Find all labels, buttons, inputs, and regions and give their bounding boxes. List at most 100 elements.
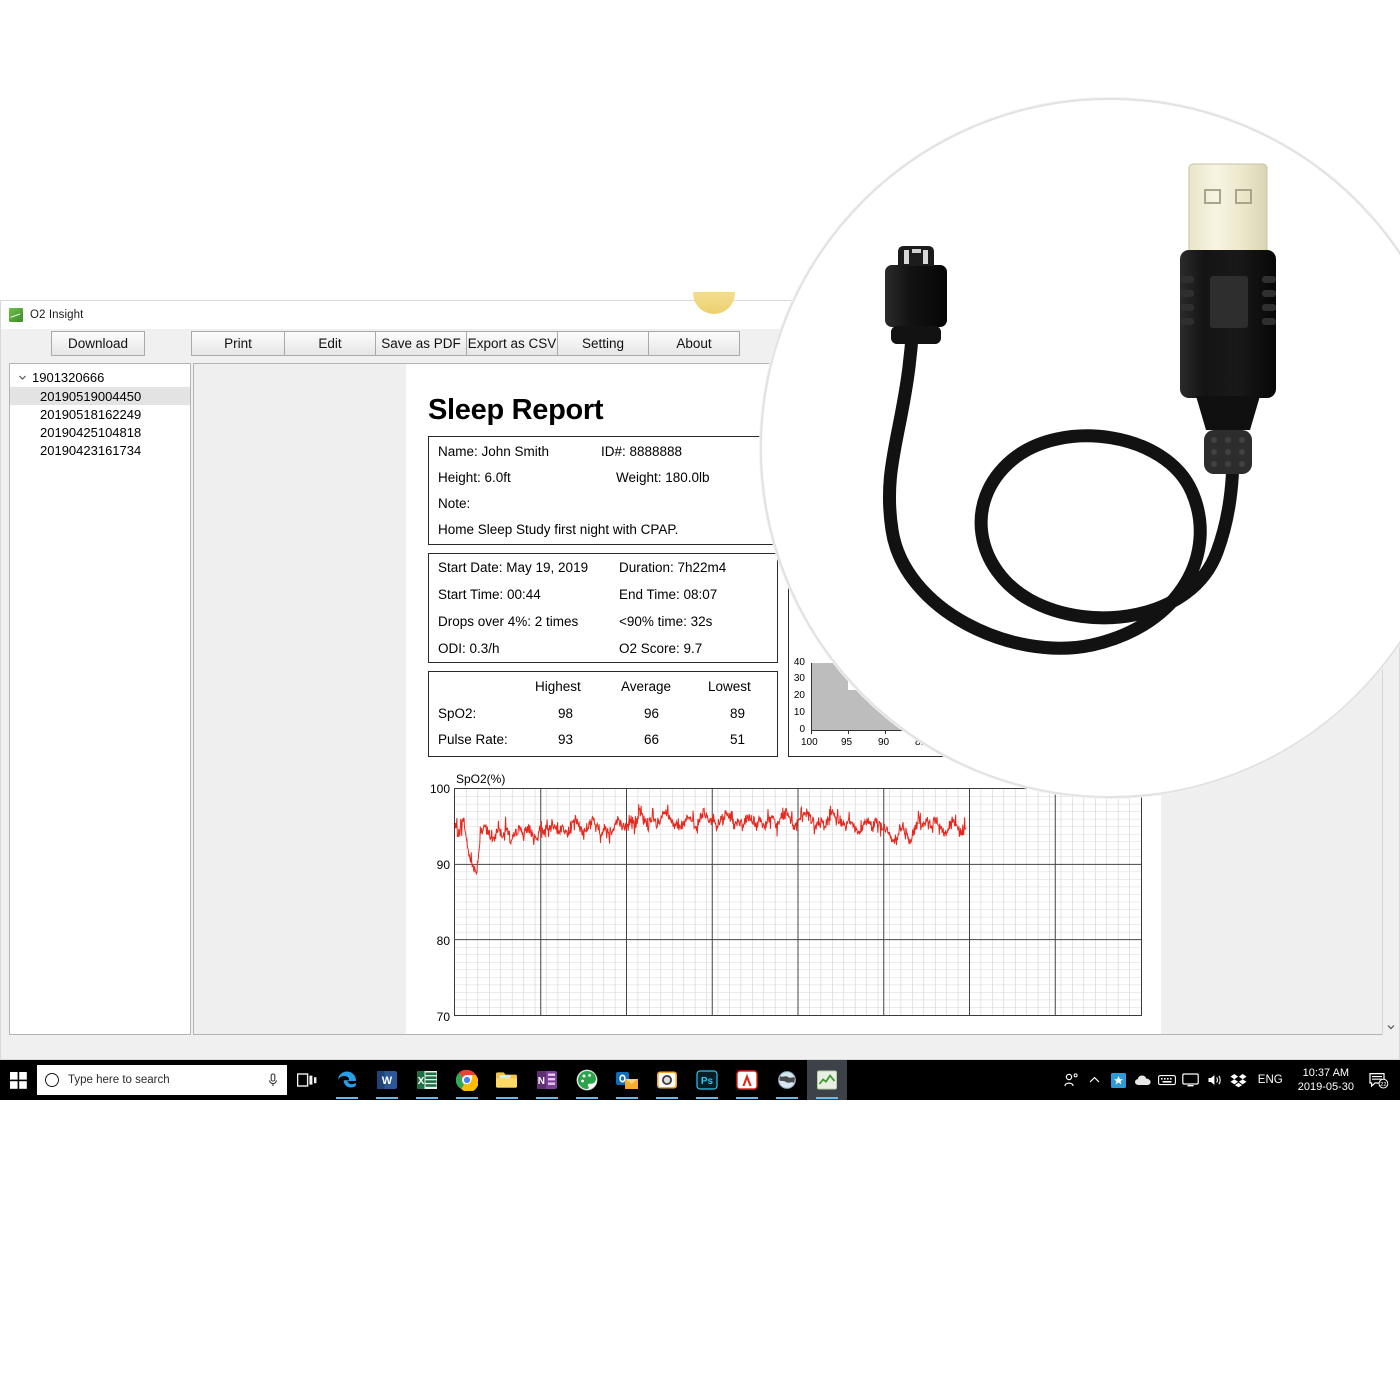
clock-date: 2019-05-30 (1297, 1081, 1354, 1093)
tree-item-label: 20190519004450 (40, 388, 142, 404)
study-info-box: Start Date: May 19, 2019 Duration: 7h22m… (428, 553, 778, 663)
tree-root-device[interactable]: 1901320666 (10, 368, 190, 387)
stats-spo2-lowest: 89 (730, 706, 746, 721)
tree-root-label: 1901320666 (32, 370, 105, 385)
chrome-icon[interactable] (447, 1060, 487, 1100)
start-time: Start Time: 00:44 (438, 587, 541, 602)
tree-item-session-3[interactable]: 20190423161734 (10, 441, 190, 459)
page-title: Sleep Report (428, 394, 604, 426)
chevron-down-icon[interactable] (16, 371, 29, 384)
spo2-trend-chart: SpO2(%) 100 90 80 70 (428, 772, 1143, 1034)
running-indicator (416, 1097, 438, 1099)
display-icon[interactable] (1179, 1060, 1203, 1100)
setting-button[interactable]: Setting (557, 331, 649, 356)
usb-a-connector (1180, 163, 1276, 474)
running-indicator (656, 1097, 678, 1099)
show-hidden-icons-chevron-up-icon[interactable] (1083, 1060, 1107, 1100)
task-view-icon[interactable] (287, 1060, 327, 1100)
running-indicator (376, 1097, 398, 1099)
patient-weight: Weight: 180.0lb (616, 470, 710, 485)
note-text: Home Sleep Study first night with CPAP. (438, 522, 679, 537)
windows-taskbar: Type here to search W X N Ps ENG 10:37 A… (0, 1060, 1400, 1100)
search-placeholder: Type here to search (68, 1074, 170, 1086)
system-tray: ENG 10:37 AM 2019-05-30 22 (1059, 1060, 1400, 1100)
patient-info-box: Name: John Smith ID#: 8888888 Height: 6.… (428, 436, 778, 545)
word-icon[interactable]: W (367, 1060, 407, 1100)
running-indicator (576, 1097, 598, 1099)
tree-item-session-2[interactable]: 20190425104818 (10, 423, 190, 441)
onenote-icon[interactable]: N (527, 1060, 567, 1100)
clock[interactable]: 10:37 AM 2019-05-30 (1290, 1066, 1362, 1094)
hist-tick-95 (848, 730, 849, 734)
spo2-ytick-100: 100 (429, 782, 450, 796)
notification-center-icon[interactable]: 22 (1362, 1060, 1396, 1100)
acrobat-icon[interactable] (727, 1060, 767, 1100)
hist-xtick-95: 95 (841, 737, 853, 748)
people-icon[interactable] (1059, 1060, 1083, 1100)
patient-height: Height: 6.0ft (438, 470, 511, 485)
edge-icon[interactable] (327, 1060, 367, 1100)
running-indicator (776, 1097, 798, 1099)
stats-header-highest: Highest (535, 679, 581, 694)
patient-id: ID#: 8888888 (601, 444, 683, 459)
outlook-icon[interactable] (607, 1060, 647, 1100)
download-button[interactable]: Download (51, 331, 145, 356)
print-button[interactable]: Print (191, 331, 285, 356)
hist-ytick-10: 10 (793, 707, 805, 718)
stats-header-average: Average (621, 679, 672, 694)
o2-score: O2 Score: 9.7 (619, 641, 703, 656)
dropbox-icon[interactable] (1227, 1060, 1251, 1100)
tree-item-session-1[interactable]: 20190518162249 (10, 405, 190, 423)
running-indicator (616, 1097, 638, 1099)
edit-button[interactable]: Edit (284, 331, 376, 356)
spo2-plot-svg (455, 789, 1141, 1015)
onedrive-cloud-icon[interactable] (1131, 1060, 1155, 1100)
running-indicator (816, 1097, 838, 1099)
excel-icon[interactable]: X (407, 1060, 447, 1100)
odi-value: ODI: 0.3/h (438, 641, 500, 656)
windows-logo-icon[interactable] (0, 1060, 36, 1100)
hist-ytick-30: 30 (793, 673, 805, 684)
save-as-pdf-button[interactable]: Save as PDF (375, 331, 467, 356)
scrollbar-down-arrow[interactable] (1383, 1018, 1399, 1035)
vitals-stats-table: Highest Average Lowest SpO2: 98 96 89 Pu… (428, 671, 778, 757)
tree-item-session-0[interactable]: 20190519004450 (10, 387, 190, 405)
o2-insight-icon[interactable] (807, 1060, 847, 1100)
spo2-waveform (455, 804, 967, 876)
volume-icon[interactable] (1203, 1060, 1227, 1100)
microphone-icon[interactable] (267, 1072, 279, 1088)
stats-spo2-average: 96 (644, 706, 660, 721)
photos-icon[interactable] (647, 1060, 687, 1100)
hist-tick-90 (885, 730, 886, 734)
stats-pulse-lowest: 51 (730, 732, 746, 747)
photoshop-icon[interactable]: Ps (687, 1060, 727, 1100)
running-indicator (456, 1097, 478, 1099)
tree-item-label: 20190518162249 (40, 406, 142, 422)
start-date: Start Date: May 19, 2019 (438, 560, 589, 575)
app-tray-icon[interactable] (1107, 1060, 1131, 1100)
end-time: End Time: 08:07 (619, 587, 718, 602)
tree-item-label: 20190423161734 (40, 442, 142, 458)
about-button[interactable]: About (648, 331, 740, 356)
stats-row-label-spo2: SpO2: (438, 706, 477, 721)
svg-text:X: X (418, 1076, 425, 1087)
micro-usb-connector (885, 246, 947, 344)
note-label: Note: (438, 496, 471, 511)
search-input[interactable]: Type here to search (37, 1065, 287, 1095)
hist-ytick-20: 20 (793, 690, 805, 701)
drops-over-4pct: Drops over 4%: 2 times (438, 614, 579, 629)
stats-header-lowest: Lowest (708, 679, 751, 694)
globe-app-icon[interactable] (767, 1060, 807, 1100)
svg-text:Ps: Ps (701, 1076, 714, 1087)
language-indicator[interactable]: ENG (1251, 1074, 1290, 1086)
paint-icon[interactable] (567, 1060, 607, 1100)
running-indicator (336, 1097, 358, 1099)
tree-item-label: 20190425104818 (40, 424, 142, 440)
file-explorer-icon[interactable] (487, 1060, 527, 1100)
cortana-circle-icon (45, 1073, 59, 1087)
session-tree-panel[interactable]: 1901320666 20190519004450 20190518162249… (9, 363, 191, 1035)
running-indicator (736, 1097, 758, 1099)
running-indicator (496, 1097, 518, 1099)
keyboard-icon[interactable] (1155, 1060, 1179, 1100)
export-as-csv-button[interactable]: Export as CSV (466, 331, 558, 356)
